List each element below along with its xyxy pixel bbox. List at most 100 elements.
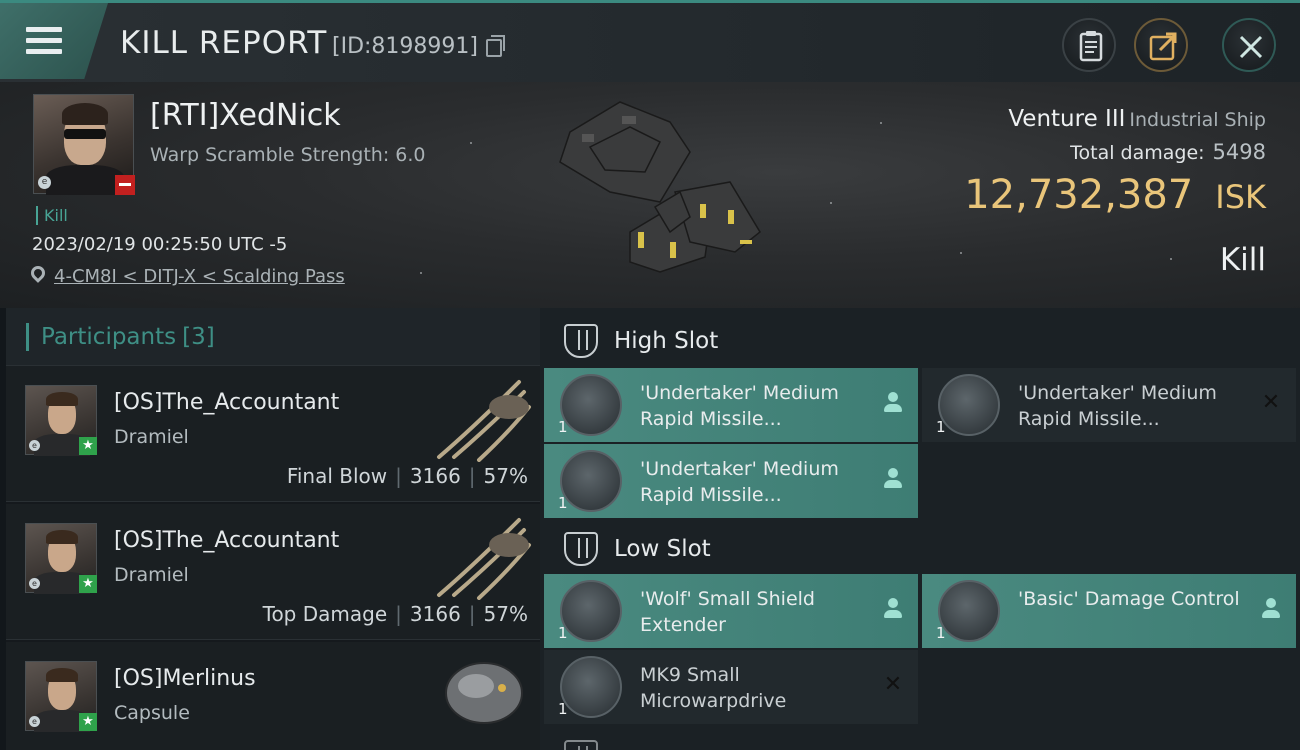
menu-button[interactable] <box>0 3 108 79</box>
corp-icon: e <box>29 578 40 589</box>
participant-row[interactable]: e ★ [OS]The_Accountant Dramiel Top Damag… <box>6 504 540 640</box>
participant-row[interactable]: e ★ [OS]Merlinus Capsule <box>6 642 540 750</box>
close-icon <box>1239 35 1263 59</box>
corp-icon: e <box>29 716 40 727</box>
total-damage-value: 5498 <box>1212 140 1266 164</box>
participant-role: Final Blow <box>286 464 388 488</box>
ship-class: Industrial Ship <box>1129 109 1266 131</box>
module-item[interactable]: 1 'Undertaker' Medium Rapid Missile... <box>544 368 918 442</box>
warp-scramble-strength: Warp Scramble Strength: 6.0 <box>150 144 426 166</box>
participant-ship: Capsule <box>114 702 190 724</box>
hostile-standing-icon <box>115 175 135 195</box>
module-qty: 1 <box>558 418 568 436</box>
participant-portrait[interactable]: e ★ <box>25 385 97 456</box>
victim-ship-name[interactable]: Venture III Industrial Ship <box>1008 106 1266 132</box>
corp-icon: e <box>38 176 51 189</box>
module-name: MK9 Small Microwarpdrive <box>640 664 787 712</box>
destroyed-icon: ✕ <box>1261 390 1281 415</box>
high-slot-icon <box>564 324 598 358</box>
victim-ship-image <box>559 101 761 273</box>
dramiel-ship-image <box>437 380 531 462</box>
module-qty: 1 <box>936 624 946 642</box>
location-link[interactable]: 4-CM8I < DITJ-X < Scalding Pass <box>54 266 345 287</box>
module-name: 'Undertaker' Medium Rapid Missile... <box>640 382 839 430</box>
capsule-ship-image <box>445 662 523 724</box>
destroyed-icon: ✕ <box>883 672 903 697</box>
module-item[interactable]: 1 'Basic' Damage Control <box>922 574 1296 648</box>
result-label: Kill <box>1219 242 1266 278</box>
low-slot-header: Low Slot <box>540 520 1300 578</box>
missile-launcher-icon <box>560 450 622 512</box>
module-name: 'Basic' Damage Control <box>1018 588 1240 610</box>
low-slot-label: Low Slot <box>614 536 711 562</box>
friendly-star-icon: ★ <box>79 713 97 731</box>
high-slot-header: High Slot <box>540 312 1300 370</box>
participant-stats: Final Blow | 3166 | 57% <box>286 464 528 488</box>
participant-ship: Dramiel <box>114 564 189 586</box>
person-icon <box>882 598 904 620</box>
low-slot-icon <box>564 532 598 566</box>
participants-panel: Participants [3] e ★ [OS]The_Accountant … <box>6 308 540 750</box>
kill-tag: Kill <box>36 206 68 225</box>
victim-portrait[interactable]: e <box>33 94 135 195</box>
participant-percent: 57% <box>483 602 528 626</box>
participant-damage: 3166 <box>409 602 461 626</box>
isk-value: 12,732,387 <box>964 172 1194 218</box>
module-name: 'Undertaker' Medium Rapid Missile... <box>640 458 839 506</box>
module-item[interactable]: 1 'Undertaker' Medium Rapid Missile... ✕ <box>922 368 1296 442</box>
report-id: [ID:8198991] <box>332 34 478 59</box>
participant-percent: 57% <box>483 464 528 488</box>
module-qty: 1 <box>936 418 946 436</box>
module-item[interactable]: 1 MK9 Small Microwarpdrive ✕ <box>544 650 918 724</box>
victim-name[interactable]: [RTI]XedNick <box>150 98 341 133</box>
isk-value-row: 12,732,387 ISK <box>964 172 1266 218</box>
clipboard-button[interactable] <box>1062 18 1116 72</box>
share-button[interactable] <box>1134 18 1188 72</box>
corp-icon: e <box>29 440 40 451</box>
isk-unit: ISK <box>1215 178 1266 216</box>
participant-role: Top Damage <box>262 602 388 626</box>
participant-portrait[interactable]: e ★ <box>25 661 97 732</box>
participants-header: Participants [3] <box>6 308 540 366</box>
person-icon <box>1260 598 1282 620</box>
fitting-panel: High Slot 1 'Undertaker' Medium Rapid Mi… <box>540 308 1300 750</box>
total-damage: Total damage: 5498 <box>1070 140 1266 164</box>
person-icon <box>882 392 904 414</box>
mid-slot-icon <box>564 740 598 750</box>
participant-damage: 3166 <box>409 464 461 488</box>
missile-launcher-icon <box>938 374 1000 436</box>
module-qty: 1 <box>558 624 568 642</box>
damage-control-icon <box>938 580 1000 642</box>
participant-stats: Top Damage | 3166 | 57% <box>262 602 528 626</box>
friendly-star-icon: ★ <box>79 437 97 455</box>
friendly-star-icon: ★ <box>79 575 97 593</box>
module-name: 'Wolf' Small Shield Extender <box>640 588 815 636</box>
participant-ship: Dramiel <box>114 426 189 448</box>
module-qty: 1 <box>558 494 568 512</box>
module-qty: 1 <box>558 700 568 718</box>
high-slot-label: High Slot <box>614 328 719 354</box>
page-title: KILL REPORT <box>120 25 328 61</box>
hamburger-icon <box>26 27 62 60</box>
close-button[interactable] <box>1222 18 1276 72</box>
participant-name: [OS]The_Accountant <box>114 528 340 553</box>
participants-label: Participants <box>41 323 177 350</box>
top-bar: KILL REPORT [ID:8198991] <box>0 0 1300 82</box>
kill-timestamp: 2023/02/19 00:25:50 UTC -5 <box>32 234 288 255</box>
dramiel-ship-image <box>437 518 531 600</box>
shield-extender-icon <box>560 580 622 642</box>
module-name: 'Undertaker' Medium Rapid Missile... <box>1018 382 1217 430</box>
copy-icon[interactable] <box>486 35 505 57</box>
participant-portrait[interactable]: e ★ <box>25 523 97 594</box>
participants-count: [3] <box>182 323 215 350</box>
module-item[interactable]: 1 'Wolf' Small Shield Extender <box>544 574 918 648</box>
share-icon <box>1149 32 1177 61</box>
module-item[interactable]: 1 'Undertaker' Medium Rapid Missile... <box>544 444 918 518</box>
participant-row[interactable]: e ★ [OS]The_Accountant Dramiel Final Blo… <box>6 366 540 502</box>
clipboard-icon <box>1079 31 1103 62</box>
participant-name: [OS]The_Accountant <box>114 390 340 415</box>
missile-launcher-icon <box>560 374 622 436</box>
mid-slot-header <box>540 728 1300 750</box>
person-icon <box>882 468 904 490</box>
participant-name: [OS]Merlinus <box>114 666 256 691</box>
